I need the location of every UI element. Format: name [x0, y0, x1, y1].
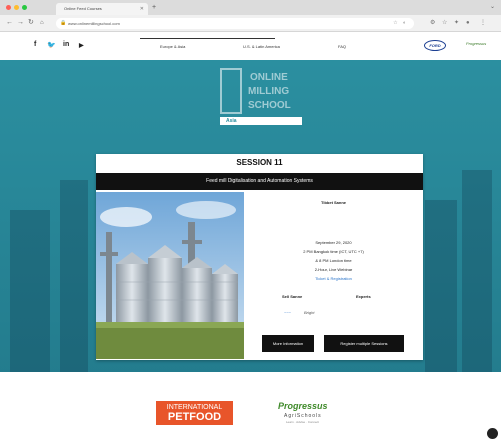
more-information-button[interactable]: More Information: [262, 335, 314, 352]
tab-close-icon[interactable]: ✕: [140, 3, 144, 15]
session-field-label: Tibbet Sanne: [320, 200, 347, 205]
progressus-tagline: Learn · Advise · Connect: [286, 420, 320, 424]
tab-menu-icon[interactable]: ⌄: [490, 3, 495, 10]
logo-line-3: SCHOOL: [248, 100, 291, 111]
close-window-dot[interactable]: [6, 5, 11, 10]
register-multiple-sessions-button[interactable]: Register multiple Sessions: [324, 335, 404, 352]
session-time: 2 PM Bangkok time (ICT, UTC +7): [303, 249, 364, 254]
online-milling-school-logo[interactable]: ONLINE MILLING SCHOOL Asia: [220, 68, 302, 130]
nav-faq[interactable]: FAQ: [338, 44, 346, 49]
experts-label: Experts: [356, 294, 371, 299]
logo-region-label: Asia: [226, 118, 237, 124]
twitter-icon[interactable]: 🐦: [47, 41, 56, 49]
address-bar-row: ← → ↻ ⌂ 🔒 www.onlinemillingschool.com ☆ …: [0, 15, 501, 32]
url-text: www.onlinemillingschool.com: [68, 21, 120, 26]
reload-icon[interactable]: ↻: [28, 18, 34, 28]
minimize-window-dot[interactable]: [14, 5, 19, 10]
sponsor-strip: INTERNATIONAL PETFOOD Progressus AgriSch…: [0, 372, 501, 446]
logo-frame-mark: [220, 68, 242, 114]
browser-tab-bar: Online Feed Courses ✕ + ⌄: [0, 0, 501, 15]
logo-line-1: ONLINE: [250, 72, 288, 83]
expert-logo-b: Bright: [304, 310, 315, 315]
silo-photo-illustration: [96, 192, 244, 359]
nav-us-latin-america[interactable]: U.S. & Latin America: [243, 44, 280, 49]
tab-title: Online Feed Courses: [64, 6, 102, 11]
new-tab-button[interactable]: +: [152, 3, 156, 13]
extension-icon[interactable]: ⚙: [430, 18, 435, 28]
url-input[interactable]: 🔒 www.onlinemillingschool.com ☆ ◐: [56, 18, 414, 29]
petfood-logo-top: INTERNATIONAL: [166, 404, 223, 411]
petfood-logo-bottom: PETFOOD: [167, 411, 222, 423]
session-date: September 29, 2020: [315, 240, 352, 245]
linkedin-icon[interactable]: in: [63, 41, 69, 48]
expert-logo-a: ~~~: [284, 310, 292, 315]
session-subtitle: Feed mill Digitalisation and Automation …: [206, 178, 313, 184]
session-details: Tibbet Sanne September 29, 2020 2 PM Ban…: [244, 192, 423, 359]
menu-dots-icon[interactable]: ⋮: [480, 18, 486, 28]
browser-tab[interactable]: Online Feed Courses ✕: [56, 3, 148, 15]
sponsor-logo-progressus[interactable]: Progressus: [466, 42, 486, 46]
logo-line-2: MILLING: [248, 86, 290, 97]
progressus-agrischools-logo[interactable]: Progressus AgriSchools Learn · Advise · …: [272, 399, 354, 429]
logo-region-bar: Asia: [220, 117, 302, 125]
session-subtitle-bar: Feed mill Digitalisation and Automation …: [96, 173, 423, 190]
bookmark-icon[interactable]: ☆: [442, 18, 447, 28]
session-card: SESSION 11 Feed mill Digitalisation and …: [96, 154, 423, 360]
progressus-name: Progressus: [278, 401, 328, 411]
back-icon[interactable]: ←: [6, 18, 13, 28]
international-petfood-logo[interactable]: INTERNATIONAL PETFOOD: [156, 401, 233, 425]
chat-bubble-icon[interactable]: [487, 428, 498, 439]
silo-photo: [96, 192, 244, 359]
profile-icon[interactable]: ●: [466, 18, 470, 28]
sponsor-logo-ford[interactable]: FORD: [424, 40, 446, 51]
site-header: f 🐦 in ▶ Europe & Asia U.S. & Latin Amer…: [0, 32, 501, 60]
session-duration: 2-Hour, Live Webinar: [314, 267, 353, 272]
session-title: SESSION 11: [236, 158, 283, 167]
forward-icon[interactable]: →: [17, 18, 24, 28]
youtube-icon[interactable]: ▶: [79, 42, 84, 49]
progressus-sub: AgriSchools: [284, 413, 322, 419]
session-time-secondary: & 8 PM London time: [315, 258, 352, 263]
url-tools-icons[interactable]: ☆ ◐: [393, 18, 408, 29]
maximize-window-dot[interactable]: [22, 5, 27, 10]
home-icon[interactable]: ⌂: [40, 18, 44, 28]
lock-icon: 🔒: [60, 20, 67, 26]
facebook-icon[interactable]: f: [34, 41, 36, 48]
nav-europe-asia[interactable]: Europe & Asia: [160, 44, 185, 49]
nav-active-underline: [140, 38, 275, 39]
sell-sanne-label: Sell Sanne: [282, 294, 303, 299]
extensions-puzzle-icon[interactable]: ✦: [454, 18, 459, 28]
registration-link[interactable]: Ticket & Registration: [244, 276, 423, 281]
